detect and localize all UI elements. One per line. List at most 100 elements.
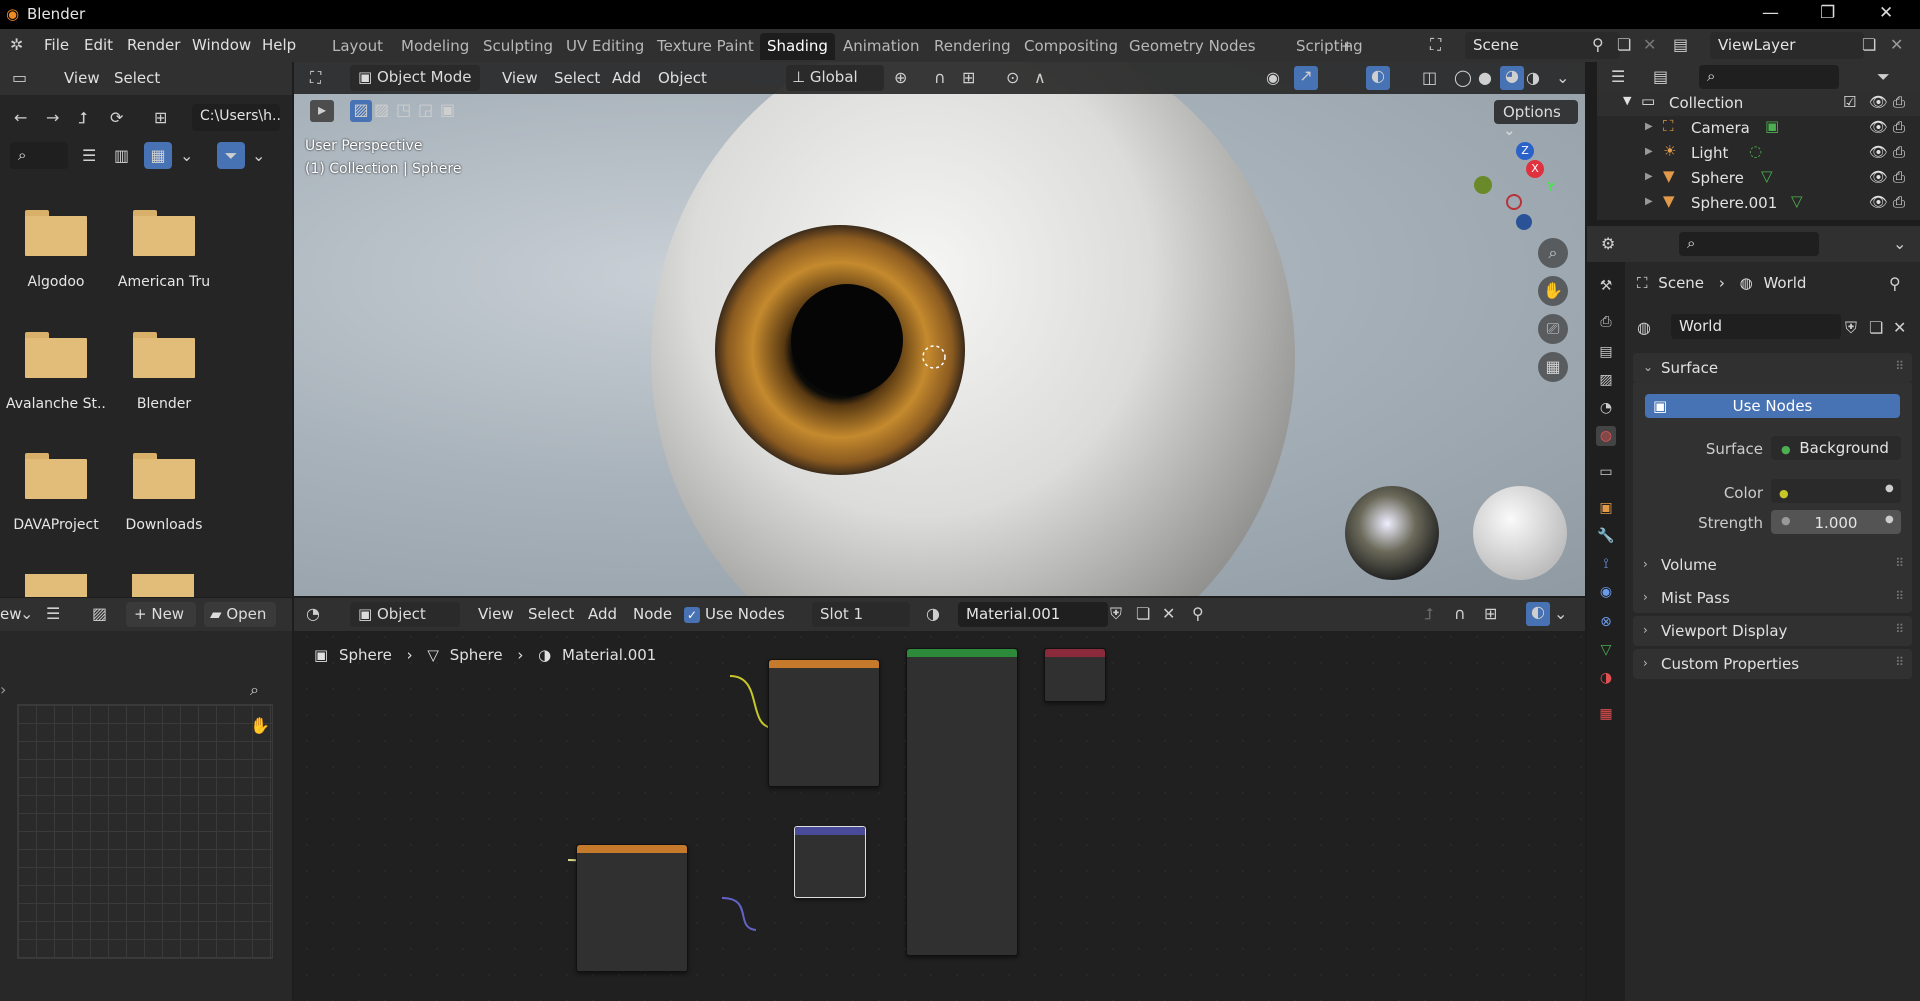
tab-sculpting[interactable]: Sculpting: [476, 33, 560, 60]
world-browse-icon[interactable]: ◍: [1637, 318, 1651, 338]
material-tab-icon[interactable]: ◑: [1596, 668, 1616, 688]
options-dropdown[interactable]: Options ⌄: [1494, 100, 1578, 139]
eye-icon[interactable]: 👁: [1869, 93, 1888, 111]
tool-tab-icon[interactable]: ⚒: [1596, 276, 1616, 296]
select-tool-icon[interactable]: ▸: [310, 100, 334, 122]
tab-rendering[interactable]: Rendering: [927, 33, 1018, 60]
new-scene-icon[interactable]: ❏: [1617, 35, 1631, 55]
outliner-row-camera[interactable]: ▶ ⛶ Camera ▣ 👁 ⎙: [1597, 116, 1920, 141]
snap-target-icon[interactable]: ⊞: [962, 68, 975, 88]
light-data-icon[interactable]: ◌: [1749, 142, 1762, 160]
folder-item[interactable]: DAVAProject: [6, 453, 106, 533]
world-name-field[interactable]: World: [1671, 314, 1841, 339]
mist-pass-panel-header[interactable]: › Mist Pass ⠿: [1633, 583, 1912, 613]
render-tab-icon[interactable]: ⎙: [1596, 312, 1616, 332]
scene-icon[interactable]: ⛶: [1430, 35, 1441, 55]
eye-icon[interactable]: 👁: [1869, 118, 1888, 136]
image-canvas[interactable]: [17, 704, 273, 959]
select-new-icon[interactable]: ▨: [350, 100, 372, 122]
normal-mapping-texture-node[interactable]: [576, 844, 688, 972]
folder-item[interactable]: Blender: [114, 332, 214, 412]
mesh-data-icon[interactable]: ▽: [1761, 167, 1773, 185]
xray-icon[interactable]: ◫: [1422, 68, 1437, 88]
select-invert-icon[interactable]: ◲: [418, 100, 433, 120]
search-field[interactable]: ⌕: [10, 142, 68, 169]
pin-icon[interactable]: ⚲: [1889, 274, 1901, 294]
pan-icon[interactable]: ✋: [1538, 276, 1568, 306]
view-layer-icon[interactable]: ▤: [1673, 35, 1688, 55]
menu-window[interactable]: Window: [192, 36, 251, 54]
perspective-toggle-icon[interactable]: ▦: [1538, 352, 1568, 382]
proportional-edit-icon[interactable]: ⊙: [1006, 68, 1019, 88]
path-field[interactable]: C:\Users\h...: [192, 104, 280, 131]
constraints-tab-icon[interactable]: ⊗: [1596, 612, 1616, 632]
drag-handle-icon[interactable]: ⠿: [1895, 622, 1904, 636]
tab-modeling[interactable]: Modeling: [394, 33, 476, 60]
principled-bsdf-node[interactable]: [906, 648, 1018, 956]
overlay-toggle-icon[interactable]: ◐: [1366, 66, 1390, 90]
zoom-icon[interactable]: ⌕: [250, 680, 259, 700]
outliner-row-light[interactable]: ▶ ☀ Light ◌ 👁 ⎙: [1597, 141, 1920, 166]
color-field[interactable]: ●: [1771, 479, 1901, 503]
remove-view-layer-icon[interactable]: ✕: [1890, 35, 1903, 55]
keyframe-dot-icon[interactable]: ●: [1885, 483, 1894, 494]
camera-render-icon[interactable]: ⎙: [1893, 193, 1905, 211]
select-intersect-icon[interactable]: ▣: [440, 100, 455, 120]
hamburger-icon[interactable]: ☰: [46, 604, 60, 624]
object-tab-icon[interactable]: ▣: [1596, 498, 1616, 518]
filter-options-icon[interactable]: ⌄: [252, 146, 265, 166]
navigation-gizmo[interactable]: Z X Y: [1474, 142, 1574, 242]
ie-menu-view[interactable]: ew: [0, 605, 22, 623]
folder-item[interactable]: Downloads: [114, 453, 214, 533]
camera-render-icon[interactable]: ⎙: [1893, 143, 1905, 161]
menu-render[interactable]: Render: [127, 36, 180, 54]
custom-properties-panel-header[interactable]: › Custom Properties ⠿: [1633, 649, 1912, 679]
properties-search-field[interactable]: ⌕: [1679, 232, 1819, 256]
vp-menu-view[interactable]: View: [502, 69, 538, 87]
data-tab-icon[interactable]: ▽: [1596, 640, 1616, 660]
editor-type-icon[interactable]: ☰: [1611, 67, 1625, 87]
fb-menu-view[interactable]: View: [64, 69, 100, 87]
tab-layout[interactable]: Layout: [325, 33, 390, 60]
outliner-row-sphere[interactable]: ▶ ▼ Sphere ▽ 👁 ⎙: [1597, 166, 1920, 191]
3d-viewport[interactable]: ⛶ ▣ Object Mode View Select Add Object ⊥…: [294, 62, 1585, 596]
expand-arrow-icon[interactable]: ▶: [1645, 171, 1653, 182]
physics-tab-icon[interactable]: ◉: [1596, 582, 1616, 602]
tab-animation[interactable]: Animation: [836, 33, 926, 60]
thumbnail-view-icon[interactable]: ▦: [144, 142, 172, 169]
camera-render-icon[interactable]: ⎙: [1893, 118, 1905, 136]
checkbox-icon[interactable]: ☑: [1843, 93, 1856, 111]
eye-icon[interactable]: 👁: [1869, 143, 1888, 161]
modifier-tab-icon[interactable]: 🔧: [1596, 526, 1616, 546]
new-folder-icon[interactable]: ⊞: [154, 108, 167, 128]
vp-menu-select[interactable]: Select: [554, 69, 600, 87]
tab-uv-editing[interactable]: UV Editing: [559, 33, 651, 60]
refresh-icon[interactable]: ⟳: [110, 108, 123, 128]
tab-compositing[interactable]: Compositing: [1017, 33, 1125, 60]
vp-menu-add[interactable]: Add: [612, 69, 641, 87]
remove-scene-icon[interactable]: ✕: [1643, 35, 1656, 55]
visibility-icon[interactable]: ◉: [1266, 68, 1280, 88]
editor-type-icon[interactable]: ⚙: [1601, 234, 1615, 254]
menu-file[interactable]: File: [44, 36, 69, 54]
maximize-button[interactable]: ❐: [1820, 3, 1835, 23]
viewport-display-panel-header[interactable]: › Viewport Display ⠿: [1633, 616, 1912, 646]
surface-panel-header[interactable]: ⌄ Surface ⠿: [1633, 353, 1912, 383]
folder-item[interactable]: American Tru: [114, 210, 214, 290]
expand-arrow-icon[interactable]: ▶: [1645, 146, 1653, 157]
collection-tab-icon[interactable]: ▭: [1596, 462, 1616, 482]
new-view-layer-icon[interactable]: ❏: [1862, 35, 1876, 55]
output-tab-icon[interactable]: ▤: [1596, 342, 1616, 362]
zoom-icon[interactable]: ⌕: [1538, 238, 1568, 268]
pivot-icon[interactable]: ⊕: [894, 68, 907, 88]
back-icon[interactable]: ←: [14, 108, 27, 128]
menu-help[interactable]: Help: [262, 36, 296, 54]
drag-handle-icon[interactable]: ⠿: [1895, 589, 1904, 603]
expand-arrow-icon[interactable]: ›: [0, 680, 6, 700]
gizmo-x-axis[interactable]: X: [1526, 160, 1544, 178]
gizmo-x-neg[interactable]: [1506, 194, 1522, 210]
fb-menu-select[interactable]: Select: [114, 69, 160, 87]
tab-texture-paint[interactable]: Texture Paint: [650, 33, 761, 60]
material-preview-icon[interactable]: ◕: [1500, 66, 1524, 90]
new-world-icon[interactable]: ❏: [1869, 318, 1883, 338]
